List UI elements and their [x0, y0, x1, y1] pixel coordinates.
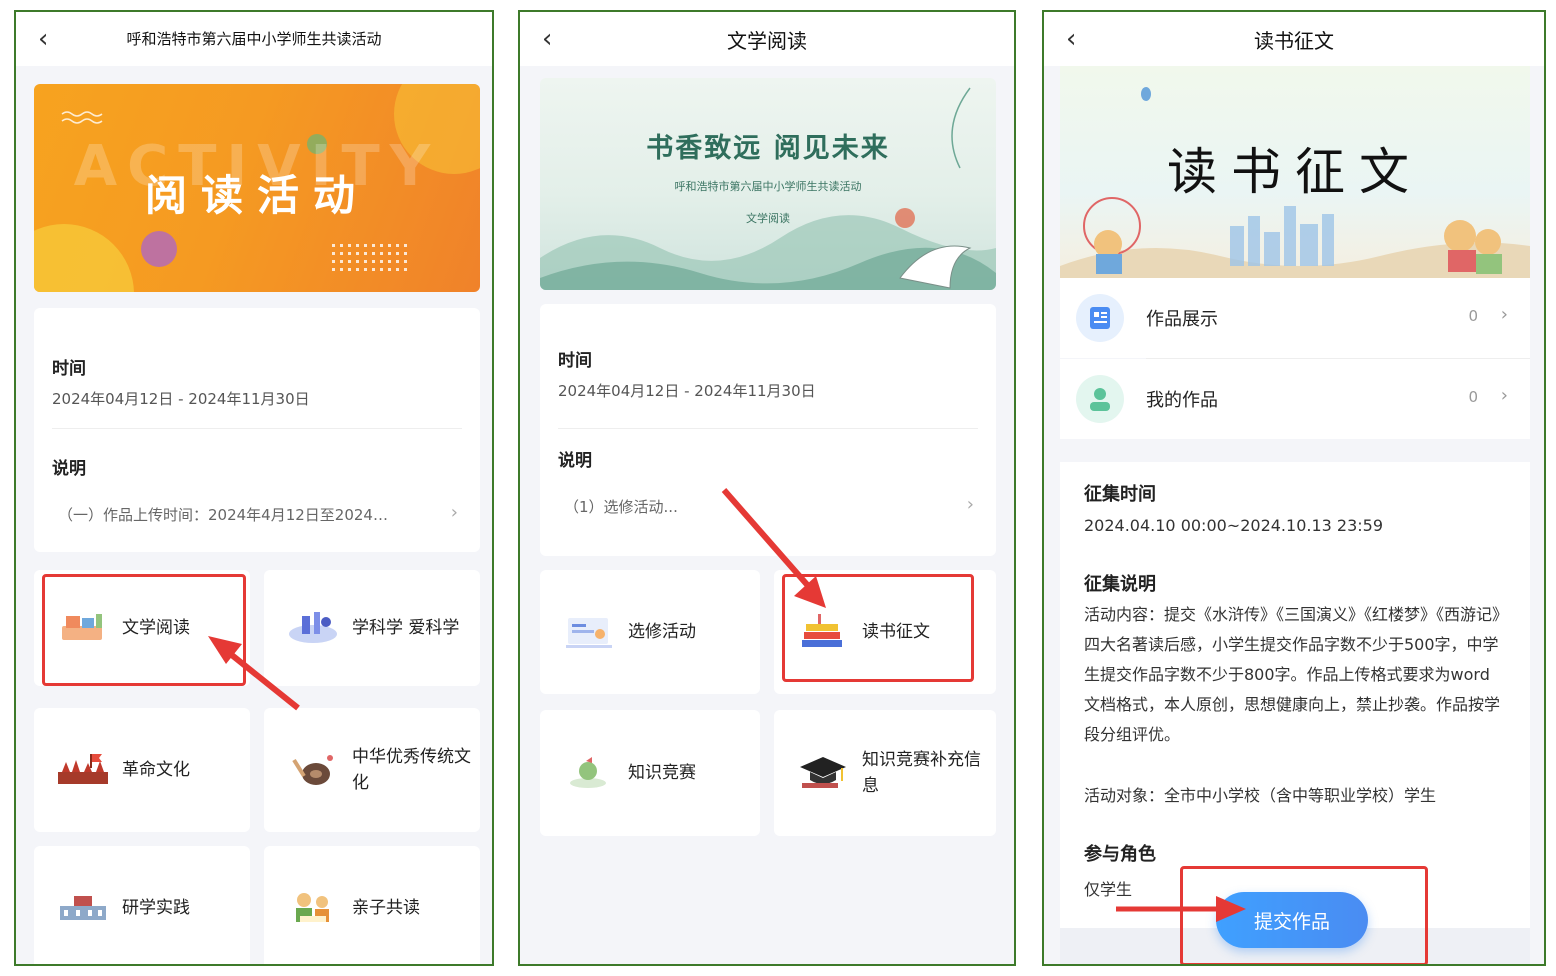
row-label: 作品展示	[1146, 309, 1218, 330]
banner-title: 阅读活动	[144, 171, 369, 220]
tile-parent-child-reading[interactable]: 亲子共读	[264, 846, 480, 964]
highlight-box	[42, 574, 246, 686]
tile-label: 选修活动	[628, 622, 696, 642]
tile-science[interactable]: 学科学 爱科学	[264, 570, 480, 686]
tile-knowledge-quiz[interactable]: 知识竞赛	[540, 710, 760, 836]
highlight-box	[1180, 866, 1428, 964]
tile-label: 学科学 爱科学	[352, 618, 460, 638]
row-count: 0	[1468, 307, 1478, 325]
quiz-icon	[570, 757, 606, 788]
nav-bar: ‹ 文学阅读	[520, 12, 1014, 66]
row-label: 我的作品	[1146, 390, 1218, 411]
science-icon	[289, 612, 337, 643]
back-chevron-icon[interactable]: ‹	[542, 26, 552, 52]
divider	[558, 428, 978, 429]
collect-time-label: 征集时间	[1084, 484, 1156, 505]
chevron-right-icon[interactable]: ›	[451, 502, 458, 523]
banner-subtitle: 呼和浩特市第六届中小学师生共读活动	[674, 180, 862, 193]
tile-label: 知识竞赛补充信息	[862, 750, 981, 796]
literature-banner: 书香致远 阅见未来 呼和浩特市第六届中小学师生共读活动 文学阅读	[540, 78, 996, 290]
banner-title: 读书征文	[1167, 143, 1423, 201]
row-works-showcase[interactable]: 作品展示 0 ›	[1060, 278, 1530, 358]
collect-desc-text: 活动内容：提交《水浒传》《三国演义》《红楼梦》《西游记》四大名著读后感，小学生提…	[1084, 605, 1501, 744]
time-value: 2024年04月12日 - 2024年11月30日	[558, 382, 816, 400]
back-chevron-icon[interactable]: ‹	[38, 26, 48, 52]
phone-screen-essay-contest: ‹ 读书征文 读书征文 作品展示 0 › 我的作品 0 › 征集时间 2024.…	[1042, 10, 1546, 966]
banner-tag: 文学阅读	[746, 212, 790, 225]
page-title: 呼和浩特市第六届中小学师生共读活动	[126, 30, 382, 48]
chevron-right-icon: ›	[1500, 304, 1508, 325]
graduation-cap-icon	[800, 757, 846, 788]
elective-icon	[566, 618, 612, 648]
role-label: 参与角色	[1084, 844, 1156, 865]
tile-label: 亲子共读	[352, 898, 420, 918]
time-value: 2024年04月12日 - 2024年11月30日	[52, 390, 310, 408]
description-label: 说明	[52, 459, 86, 479]
divider	[52, 428, 462, 429]
school-icon	[60, 896, 106, 920]
row-my-works[interactable]: 我的作品 0 ›	[1060, 359, 1530, 439]
description-label: 说明	[558, 451, 592, 471]
tile-quiz-supplement-info[interactable]: 知识竞赛补充信息	[774, 710, 996, 836]
time-label: 时间	[558, 351, 592, 371]
tradition-icon	[292, 755, 333, 785]
tile-label: 研学实践	[122, 898, 190, 918]
highlight-box	[782, 574, 974, 682]
user-icon	[1076, 375, 1124, 423]
role-value: 仅学生	[1084, 880, 1133, 899]
tile-revolution-culture[interactable]: 革命文化	[34, 708, 250, 832]
revolution-icon	[58, 754, 108, 784]
tile-traditional-culture[interactable]: 中华优秀传统文化	[264, 708, 480, 832]
nav-bar: ‹ 读书征文	[1044, 12, 1544, 66]
tile-label: 中华优秀传统文化	[352, 747, 471, 793]
banner-title: 书香致远 阅见未来	[646, 133, 890, 164]
description-value[interactable]: （一）作品上传时间：2024年4月12日至2024…	[58, 504, 388, 525]
phone-screen-reading-activity: ‹ 呼和浩特市第六届中小学师生共读活动 ACTIVITY 阅读活动 时间 202…	[14, 10, 494, 966]
chevron-right-icon: ›	[1500, 385, 1508, 406]
phone-screen-literature-reading: ‹ 文学阅读 书香致远 阅见未来 呼和浩特市第六届中小学师生共读活动 文学阅读 …	[518, 10, 1016, 966]
activity-info-card: 时间 2024年04月12日 - 2024年11月30日 说明 （一）作品上传时…	[34, 308, 480, 552]
activity-banner: ACTIVITY 阅读活动	[34, 84, 480, 292]
document-icon	[1076, 294, 1124, 342]
nav-bar: ‹ 呼和浩特市第六届中小学师生共读活动	[16, 12, 492, 66]
activity-info-card: 时间 2024年04月12日 - 2024年11月30日 说明 （1）选修活动.…	[540, 304, 996, 556]
description-value[interactable]: （1）选修活动...	[564, 496, 678, 517]
time-label: 时间	[52, 359, 86, 379]
tile-study-practice[interactable]: 研学实践	[34, 846, 250, 964]
collect-time-value: 2024.04.10 00:00~2024.10.13 23:59	[1084, 516, 1384, 535]
row-count: 0	[1468, 388, 1478, 406]
collect-target: 活动对象：全市中小学校（含中等职业学校）学生	[1084, 786, 1437, 805]
tile-elective-activity[interactable]: 选修活动	[540, 570, 760, 694]
tile-label: 革命文化	[122, 760, 190, 780]
tile-label: 知识竞赛	[628, 763, 696, 783]
chevron-right-icon[interactable]: ›	[967, 494, 974, 515]
collect-desc-label: 征集说明	[1084, 574, 1156, 595]
back-chevron-icon[interactable]: ‹	[1066, 26, 1076, 52]
family-icon	[296, 893, 329, 922]
page-title: 文学阅读	[727, 28, 807, 53]
page-title: 读书征文	[1254, 28, 1334, 53]
essay-banner: 读书征文	[1060, 66, 1530, 278]
